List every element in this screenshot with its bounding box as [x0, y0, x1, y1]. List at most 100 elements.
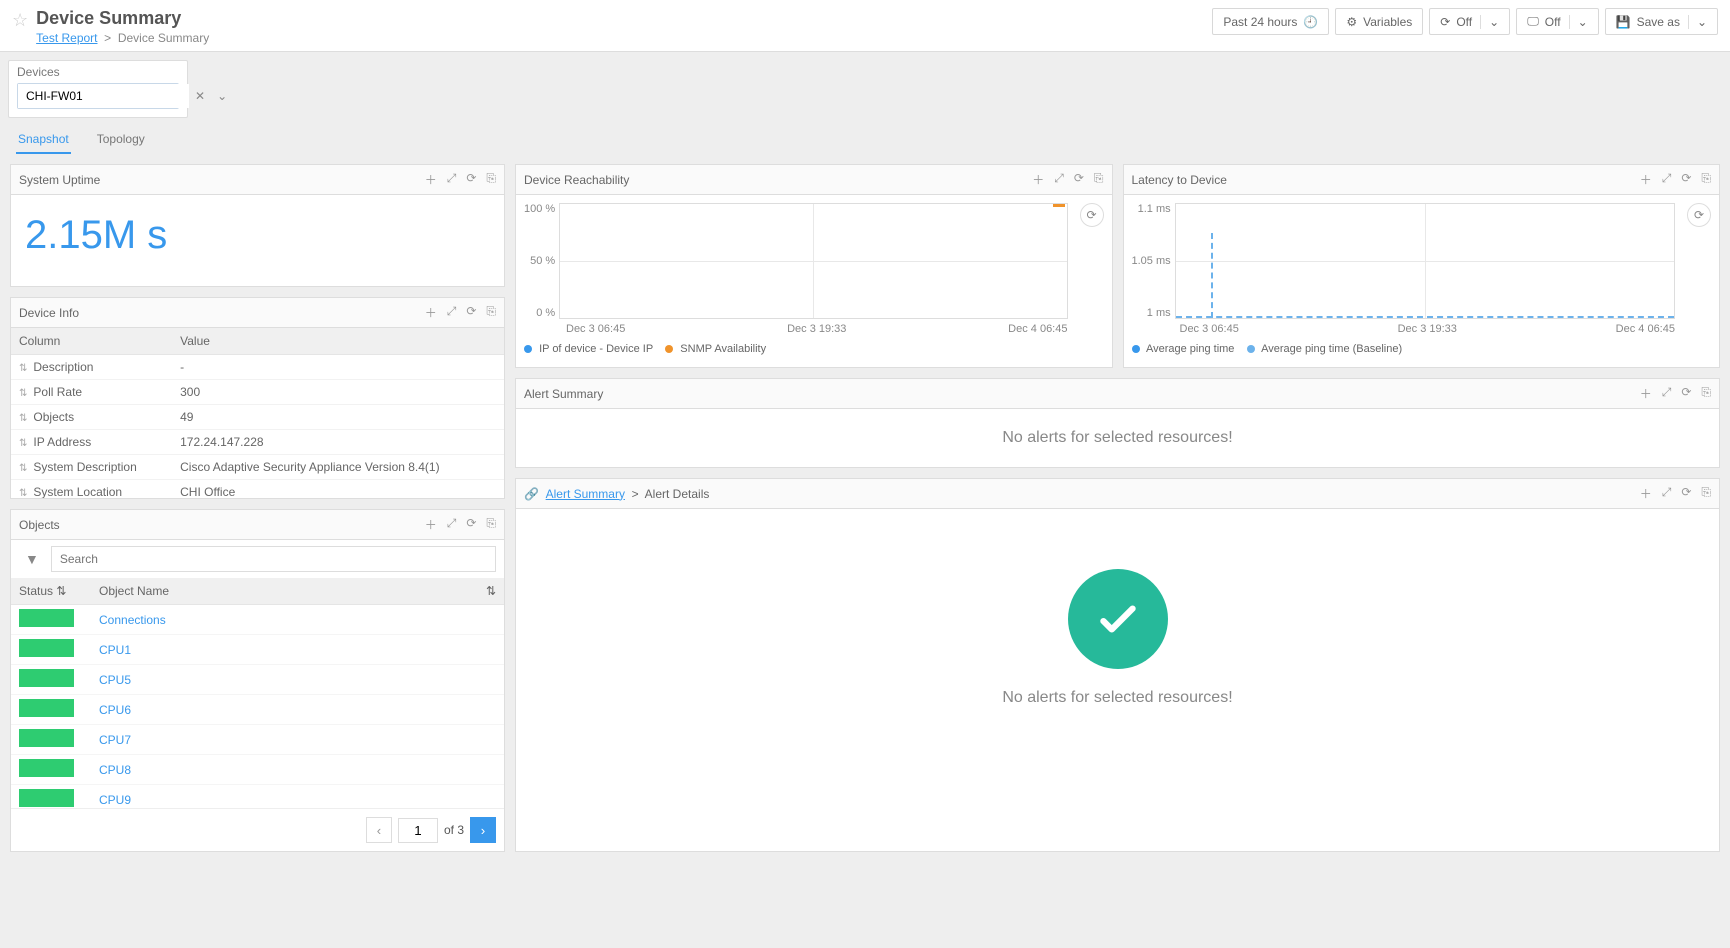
breadcrumb: Test Report > Device Summary	[36, 31, 209, 45]
variables-icon: ⚙	[1346, 15, 1357, 29]
export-icon[interactable]: ⎘	[486, 516, 496, 533]
expand-icon[interactable]: ⤢	[1662, 485, 1672, 502]
save-icon: 💾	[1616, 15, 1631, 29]
export-icon[interactable]: ⎘	[1094, 171, 1104, 188]
link-icon: 🔗	[524, 487, 539, 501]
expand-icon[interactable]: ⤢	[447, 516, 457, 533]
refresh-icon[interactable]: ⟳	[1681, 385, 1691, 402]
object-link[interactable]: CPU6	[99, 703, 131, 717]
sort-icon[interactable]: ⇅	[56, 584, 66, 598]
filter-icon[interactable]: ▼	[19, 547, 45, 571]
export-icon[interactable]: ⎘	[486, 304, 496, 321]
refresh-icon: ⟳	[1440, 15, 1450, 29]
objects-search-input[interactable]	[51, 546, 496, 572]
variables-button[interactable]: ⚙ Variables	[1335, 8, 1423, 35]
tab-snapshot[interactable]: Snapshot	[16, 126, 71, 154]
add-icon[interactable]: ＋	[425, 304, 437, 321]
table-row: ⇅Objects49	[11, 405, 504, 430]
expand-icon[interactable]: ⤢	[447, 304, 457, 321]
chevron-down-icon[interactable]: ⌄	[211, 89, 233, 103]
table-row: ⇅Description-	[11, 355, 504, 380]
panel-title: Device Reachability	[524, 173, 629, 187]
object-link[interactable]: CPU8	[99, 763, 131, 777]
chevron-down-icon[interactable]: ⌄	[1578, 15, 1588, 29]
refresh-icon[interactable]: ⟳	[466, 516, 476, 533]
table-row: CPU7	[11, 725, 504, 755]
page-title: Device Summary	[36, 8, 209, 29]
add-icon[interactable]: ＋	[1640, 385, 1652, 402]
panel-device-reachability: Device Reachability ＋ ⤢ ⟳ ⎘	[515, 164, 1113, 368]
export-icon[interactable]: ⎘	[1701, 171, 1711, 188]
object-link[interactable]: CPU1	[99, 643, 131, 657]
column-header[interactable]: Value	[172, 328, 504, 355]
tab-topology[interactable]: Topology	[95, 126, 147, 154]
table-row: ⇅System LocationCHI Office	[11, 480, 504, 499]
chart-refresh-button[interactable]: ⟳	[1080, 203, 1104, 227]
expand-icon[interactable]: ⤢	[1054, 171, 1064, 188]
expand-icon[interactable]: ⤢	[1662, 171, 1672, 188]
refresh-icon[interactable]: ⟳	[1681, 485, 1691, 502]
clear-icon[interactable]: ✕	[189, 89, 211, 103]
object-link[interactable]: Connections	[99, 613, 166, 627]
sort-icon[interactable]: ⇅	[19, 488, 27, 498]
table-row: CPU6	[11, 695, 504, 725]
alert-details-bc-parent[interactable]: Alert Summary	[546, 487, 625, 501]
status-badge	[19, 699, 74, 717]
add-icon[interactable]: ＋	[1640, 171, 1652, 188]
chevron-down-icon[interactable]: ⌄	[1697, 15, 1707, 29]
clock-icon: 🕘	[1303, 15, 1318, 29]
panel-title: Objects	[19, 518, 60, 532]
status-badge	[19, 729, 74, 747]
save-as-button[interactable]: 💾 Save as ⌄	[1605, 8, 1718, 35]
panel-device-info: Device Info ＋ ⤢ ⟳ ⎘ Column Value	[10, 297, 505, 499]
status-badge	[19, 609, 74, 627]
object-link[interactable]: CPU9	[99, 793, 131, 807]
object-link[interactable]: CPU7	[99, 733, 131, 747]
refresh-icon[interactable]: ⟳	[466, 304, 476, 321]
time-range-button[interactable]: Past 24 hours 🕘	[1212, 8, 1329, 35]
expand-icon[interactable]: ⤢	[447, 171, 457, 188]
display-off-button[interactable]: 🖵 Off ⌄	[1516, 8, 1598, 35]
panel-system-uptime: System Uptime ＋ ⤢ ⟳ ⎘ 2.15M s	[10, 164, 505, 287]
add-icon[interactable]: ＋	[1032, 171, 1044, 188]
add-icon[interactable]: ＋	[1640, 485, 1652, 502]
panel-latency: Latency to Device ＋ ⤢ ⟳ ⎘	[1123, 164, 1721, 368]
refresh-icon[interactable]: ⟳	[466, 171, 476, 188]
sort-icon[interactable]: ⇅	[19, 413, 27, 424]
alert-summary-empty: No alerts for selected resources!	[516, 409, 1719, 467]
column-header[interactable]: Column	[11, 328, 172, 355]
add-icon[interactable]: ＋	[425, 171, 437, 188]
sort-icon[interactable]: ⇅	[486, 584, 496, 598]
refresh-off-button[interactable]: ⟳ Off ⌄	[1429, 8, 1510, 35]
sort-icon[interactable]: ⇅	[19, 463, 27, 474]
favorite-star-icon[interactable]: ☆	[12, 10, 28, 31]
chevron-down-icon[interactable]: ⌄	[1489, 15, 1499, 29]
object-link[interactable]: CPU5	[99, 673, 131, 687]
breadcrumb-parent[interactable]: Test Report	[36, 31, 97, 45]
status-badge	[19, 789, 74, 807]
refresh-icon[interactable]: ⟳	[1681, 171, 1691, 188]
device-selector-input[interactable]	[18, 84, 189, 108]
export-icon[interactable]: ⎘	[1701, 485, 1711, 502]
export-icon[interactable]: ⎘	[1701, 385, 1711, 402]
pager-next-button[interactable]: ›	[470, 817, 496, 843]
alert-details-bc-current: Alert Details	[645, 487, 710, 501]
column-header-name[interactable]: Object Name ⇅	[91, 578, 504, 605]
refresh-icon[interactable]: ⟳	[1074, 171, 1084, 188]
expand-icon[interactable]: ⤢	[1662, 385, 1672, 402]
chart-refresh-button[interactable]: ⟳	[1687, 203, 1711, 227]
panel-objects: Objects ＋ ⤢ ⟳ ⎘ ▼	[10, 509, 505, 852]
column-header-status[interactable]: Status ⇅	[11, 578, 91, 605]
add-icon[interactable]: ＋	[425, 516, 437, 533]
pager-current-input[interactable]	[398, 818, 438, 843]
pager-prev-button[interactable]: ‹	[366, 817, 392, 843]
status-badge	[19, 669, 74, 687]
export-icon[interactable]: ⎘	[486, 171, 496, 188]
sort-icon[interactable]: ⇅	[19, 438, 27, 449]
sort-icon[interactable]: ⇅	[19, 363, 27, 374]
uptime-value: 2.15M s	[19, 203, 496, 278]
table-row: ⇅System DescriptionCisco Adaptive Securi…	[11, 455, 504, 480]
legend-dot-icon	[524, 345, 532, 353]
sort-icon[interactable]: ⇅	[19, 388, 27, 399]
table-row: ⇅IP Address172.24.147.228	[11, 430, 504, 455]
